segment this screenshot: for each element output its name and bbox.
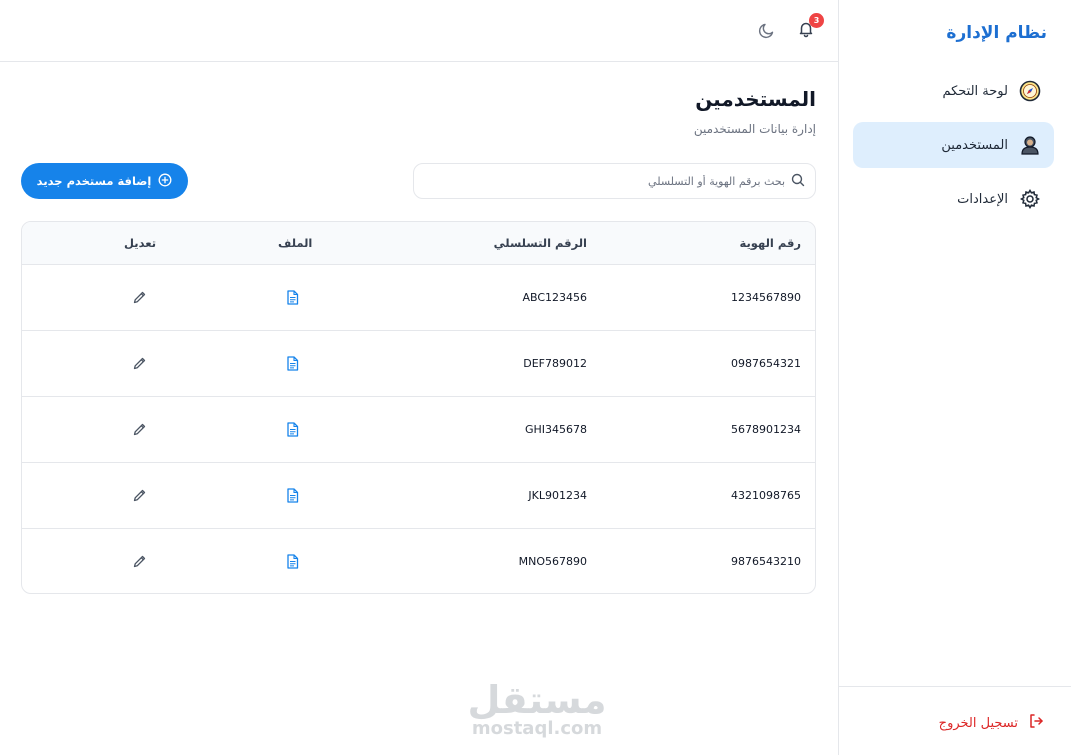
- edit-pencil-icon[interactable]: [132, 290, 147, 305]
- file-icon[interactable]: [286, 356, 299, 371]
- file-icon[interactable]: [286, 422, 299, 437]
- theme-toggle-moon-icon[interactable]: [758, 21, 778, 41]
- table-header: رقم الهوية الرقم التسلسلي الملف تعديل: [22, 222, 815, 265]
- sidebar-item-users[interactable]: المستخدمين: [853, 122, 1054, 168]
- user-icon: [1018, 133, 1042, 157]
- notification-badge: 3: [809, 13, 824, 28]
- add-user-label: إضافة مستخدم جديد: [36, 174, 152, 188]
- notifications-button[interactable]: 3: [797, 13, 824, 42]
- sidebar-item-dashboard[interactable]: لوحة التحكم: [853, 68, 1054, 114]
- file-icon[interactable]: [286, 290, 299, 305]
- column-header-serial: الرقم التسلسلي: [493, 236, 587, 250]
- search-icon: [791, 172, 805, 191]
- compass-icon: [1018, 79, 1042, 103]
- table-row: 5678901234 GHI345678: [22, 397, 815, 463]
- file-icon[interactable]: [286, 554, 299, 569]
- sidebar-nav: لوحة التحكم المستخدمين الإعدادات: [853, 68, 1054, 230]
- cell-serial: GHI345678: [524, 423, 587, 436]
- edit-pencil-icon[interactable]: [132, 422, 147, 437]
- cell-serial: ABC123456: [522, 291, 587, 304]
- sidebar-item-label: لوحة التحكم: [942, 83, 1008, 99]
- table-row: 0987654321 DEF789012: [22, 331, 815, 397]
- table-row: 4321098765 JKL901234: [22, 463, 815, 529]
- column-header-id: رقم الهوية: [739, 236, 801, 250]
- watermark-latin: mostaql.com: [471, 718, 603, 739]
- cell-serial: MNO567890: [518, 555, 587, 568]
- cell-serial: DEF789012: [523, 357, 587, 370]
- mostaql-watermark: مستقل mostaql.com: [467, 680, 607, 738]
- topbar: 3: [0, 0, 838, 62]
- plus-circle-icon: [158, 172, 172, 191]
- column-header-edit: تعديل: [124, 236, 157, 250]
- page-subtitle: إدارة بيانات المستخدمين: [693, 122, 816, 136]
- logout-icon: [1028, 713, 1044, 733]
- sidebar: نظام الإدارة لوحة التحكم المستخدمين الإع…: [838, 0, 1071, 755]
- table-row: 1234567890 ABC123456: [22, 265, 815, 331]
- sidebar-footer: تسجيل الخروج: [839, 686, 1071, 755]
- cell-id: 4321098765: [731, 489, 801, 502]
- logout-label: تسجيل الخروج: [938, 715, 1018, 731]
- sidebar-item-settings[interactable]: الإعدادات: [853, 176, 1054, 222]
- cell-id: 9876543210: [731, 555, 801, 568]
- search-box: [413, 163, 816, 199]
- page-title: المستخدمين: [695, 87, 816, 111]
- cell-serial: JKL901234: [528, 489, 587, 502]
- cell-id: 0987654321: [731, 357, 801, 370]
- brand-title: نظام الإدارة: [946, 23, 1047, 43]
- cell-id: 5678901234: [731, 423, 801, 436]
- users-table: رقم الهوية الرقم التسلسلي الملف تعديل 12…: [21, 221, 816, 594]
- edit-pencil-icon[interactable]: [132, 554, 147, 569]
- table-row: 9876543210 MNO567890: [22, 529, 815, 593]
- column-header-file: الملف: [278, 236, 313, 250]
- sidebar-item-label: المستخدمين: [941, 137, 1008, 153]
- search-input[interactable]: [445, 174, 785, 188]
- cell-id: 1234567890: [731, 291, 801, 304]
- gear-icon: [1018, 187, 1042, 211]
- watermark-arabic: مستقل: [467, 678, 607, 722]
- file-icon[interactable]: [286, 488, 299, 503]
- add-user-button[interactable]: إضافة مستخدم جديد: [21, 163, 188, 199]
- edit-pencil-icon[interactable]: [132, 356, 147, 371]
- logout-button[interactable]: تسجيل الخروج: [939, 713, 1044, 733]
- sidebar-item-label: الإعدادات: [957, 191, 1008, 207]
- edit-pencil-icon[interactable]: [132, 488, 147, 503]
